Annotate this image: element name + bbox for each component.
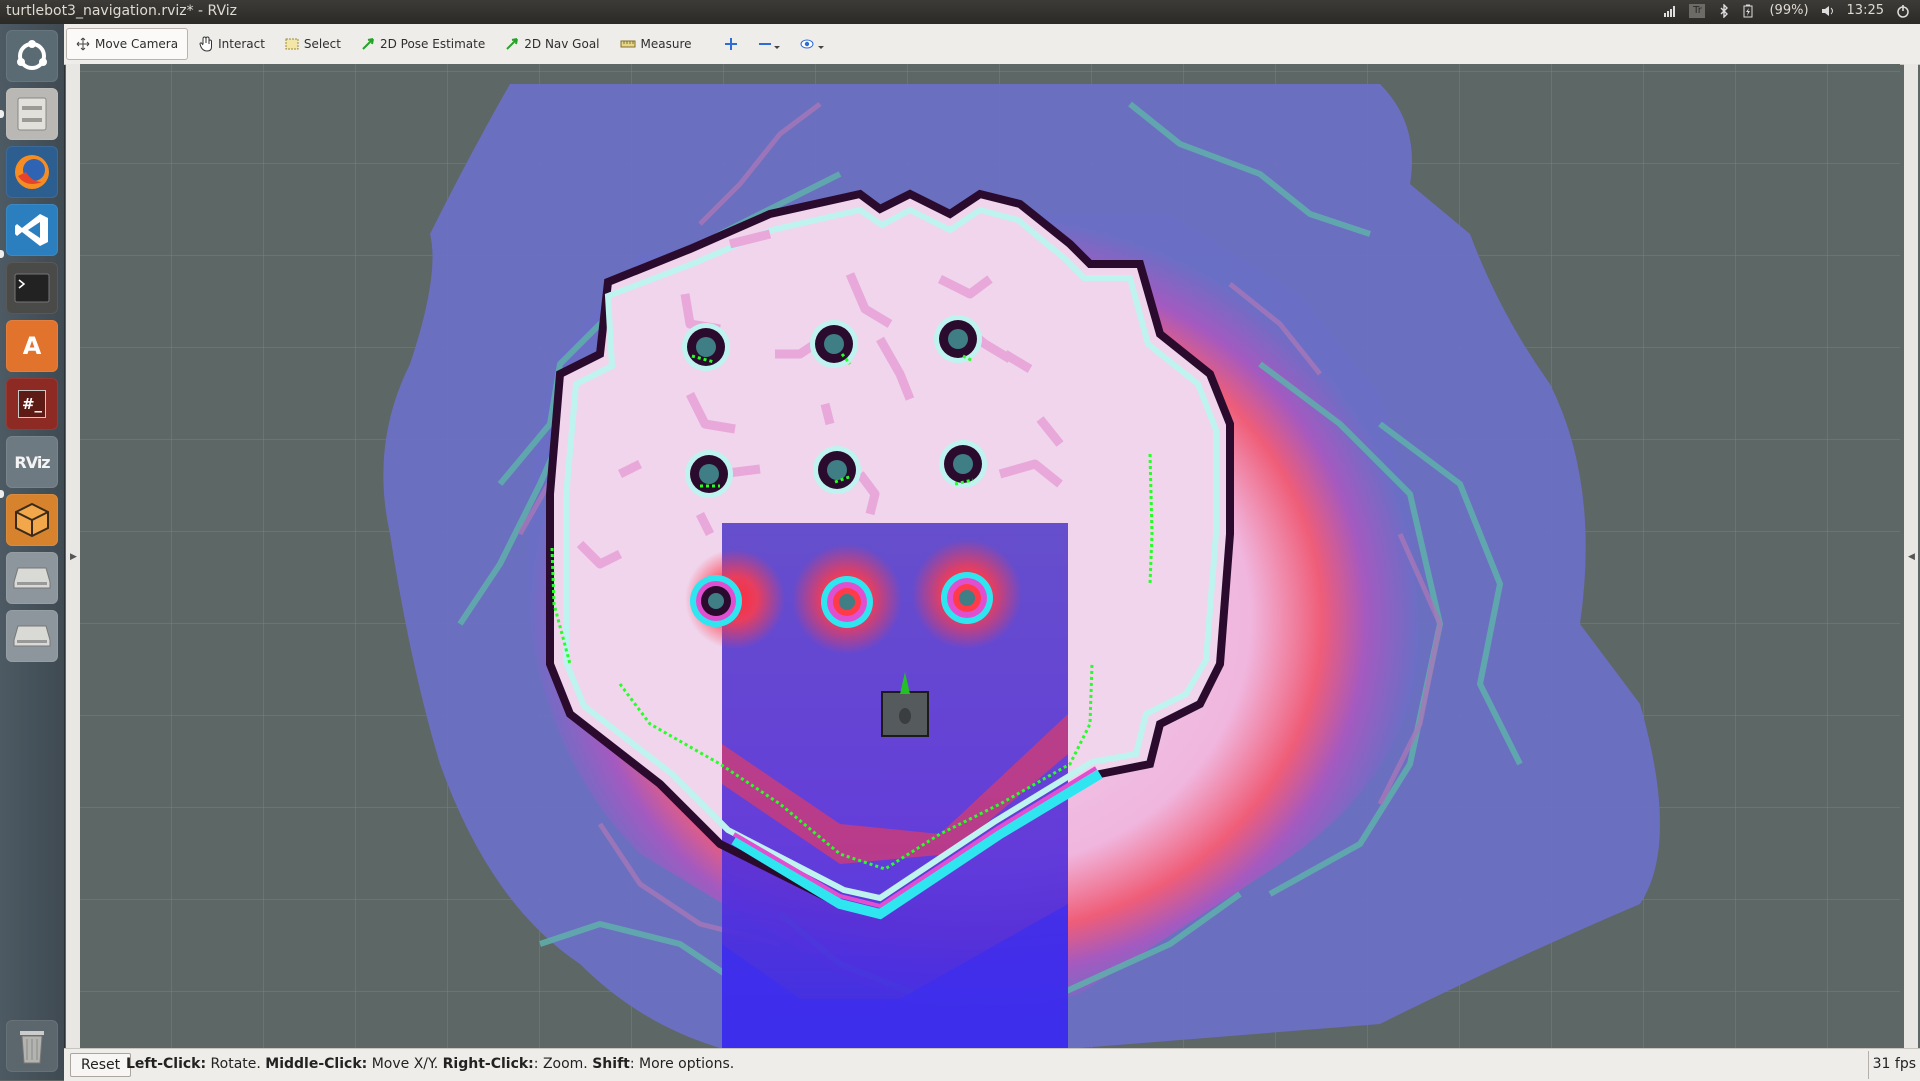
- pillar: [685, 450, 733, 498]
- pose-estimate-label: 2D Pose Estimate: [379, 37, 486, 51]
- navigation-map[interactable]: [80, 64, 1900, 1048]
- minus-dropdown-icon: [758, 43, 780, 49]
- right-panel-collapse-handle[interactable]: ◀: [1904, 64, 1918, 1048]
- left-panel-collapse-handle[interactable]: ▶: [66, 64, 80, 1048]
- pillar: [690, 575, 742, 627]
- move-camera-tool[interactable]: Move Camera: [66, 28, 189, 60]
- window-title-bar: turtlebot3_navigation.rviz* - RViz Tr (9…: [0, 0, 1920, 24]
- plus-icon: [724, 38, 737, 50]
- ubuntu-dash-icon[interactable]: [6, 30, 58, 82]
- trash-icon[interactable]: [6, 1020, 58, 1072]
- add-tool-button[interactable]: [715, 29, 747, 59]
- pillar: [821, 576, 873, 628]
- select-tool[interactable]: Select: [276, 29, 350, 59]
- interact-tool[interactable]: Interact: [190, 29, 274, 59]
- firefox-icon[interactable]: [6, 146, 58, 198]
- rviz-icon[interactable]: RViz: [6, 436, 58, 488]
- reset-button[interactable]: Reset: [70, 1053, 132, 1077]
- select-label: Select: [303, 37, 341, 51]
- eye-dropdown-icon: [800, 39, 824, 49]
- mouse-hint-text: Left-Click: Rotate. Middle-Click: Move X…: [126, 1056, 735, 1072]
- green-arrow-icon: [506, 38, 519, 50]
- interact-label: Interact: [218, 37, 265, 51]
- software-center-icon[interactable]: A: [6, 320, 58, 372]
- select-icon: [285, 38, 299, 50]
- terminal-icon[interactable]: [6, 262, 58, 314]
- volume-icon[interactable]: [1821, 4, 1835, 18]
- pillar: [682, 323, 730, 371]
- files-icon[interactable]: [6, 88, 58, 140]
- move-camera-icon: [76, 37, 90, 51]
- view-options-button[interactable]: [791, 29, 833, 59]
- pillar: [813, 446, 861, 494]
- hand-icon: [199, 36, 213, 52]
- pillar: [941, 572, 993, 624]
- green-arrow-icon: [362, 38, 374, 50]
- gazebo-icon[interactable]: [6, 494, 58, 546]
- status-bar: Reset Left-Click: Rotate. Middle-Click: …: [64, 1048, 1920, 1081]
- bluetooth-icon[interactable]: [1717, 2, 1731, 19]
- clock[interactable]: 13:25: [1847, 3, 1884, 18]
- keyboard-layout-indicator[interactable]: Tr: [1689, 3, 1706, 18]
- measure-label: Measure: [640, 37, 692, 51]
- launcher: A #_ RViz: [0, 24, 65, 1080]
- nav-goal-tool[interactable]: 2D Nav Goal: [496, 29, 608, 59]
- window-title: turtlebot3_navigation.rviz* - RViz: [6, 3, 238, 19]
- power-icon[interactable]: [1896, 4, 1910, 18]
- remove-tool-button[interactable]: [749, 29, 789, 59]
- pillar: [810, 320, 858, 368]
- move-camera-label: Move Camera: [95, 37, 179, 51]
- battery-icon[interactable]: [1743, 4, 1757, 18]
- remote-terminal-icon[interactable]: #_: [6, 378, 58, 430]
- network-icon[interactable]: [1663, 4, 1677, 18]
- pillar: [934, 315, 982, 363]
- fps-counter: 31 fps: [1867, 1051, 1920, 1079]
- nav-goal-label: 2D Nav Goal: [524, 37, 600, 51]
- drive-icon[interactable]: [6, 552, 58, 604]
- rviz-3d-viewport[interactable]: [80, 64, 1900, 1048]
- pose-estimate-tool[interactable]: 2D Pose Estimate: [352, 29, 494, 59]
- drive-icon[interactable]: [6, 610, 58, 662]
- system-tray: Tr (99%) 13:25: [1663, 2, 1910, 19]
- measure-tool[interactable]: Measure: [611, 29, 701, 59]
- battery-percent: (99%): [1769, 3, 1809, 18]
- ruler-icon: [620, 40, 636, 48]
- vscode-icon[interactable]: [6, 204, 58, 256]
- rviz-toolbar: Move Camera Interact Select 2D Pose Esti…: [64, 24, 1920, 65]
